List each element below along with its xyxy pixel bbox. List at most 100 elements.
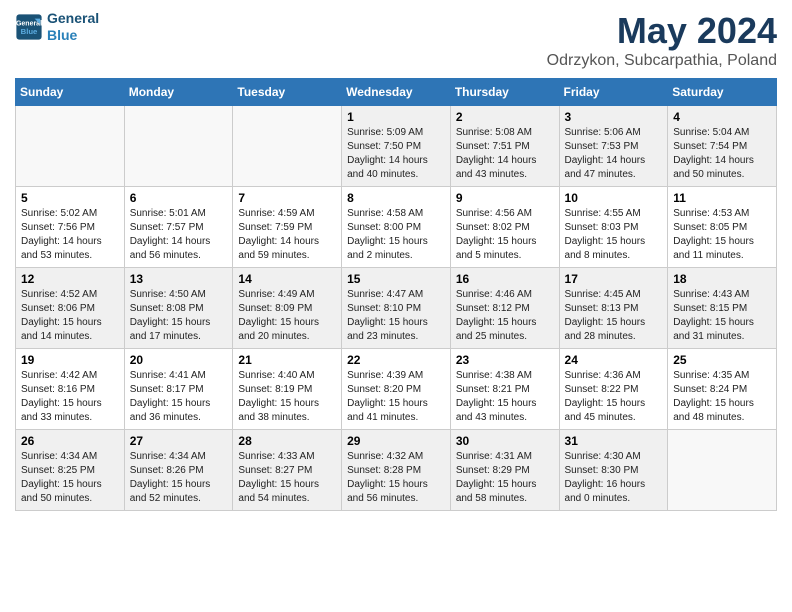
cell-0-1	[124, 106, 233, 187]
cell-2-1: 13Sunrise: 4:50 AM Sunset: 8:08 PM Dayli…	[124, 268, 233, 349]
cell-0-0	[16, 106, 125, 187]
header-saturday: Saturday	[668, 79, 777, 106]
header-friday: Friday	[559, 79, 668, 106]
day-info: Sunrise: 4:50 AM Sunset: 8:08 PM Dayligh…	[130, 288, 228, 344]
day-number: 1	[347, 110, 445, 124]
day-info: Sunrise: 4:36 AM Sunset: 8:22 PM Dayligh…	[565, 369, 663, 425]
day-number: 25	[673, 353, 771, 367]
cell-1-6: 11Sunrise: 4:53 AM Sunset: 8:05 PM Dayli…	[668, 187, 777, 268]
cell-4-6	[668, 430, 777, 511]
day-info: Sunrise: 5:09 AM Sunset: 7:50 PM Dayligh…	[347, 126, 445, 182]
cell-2-5: 17 Sunrise: 4:45 AM Sunset: 8:13 PM Dayli…	[559, 268, 668, 349]
day-number: 10	[565, 191, 663, 205]
day-number: 16	[456, 272, 554, 286]
cell-2-0: 12 Sunrise: 4:52 AM Sunset: 8:06 PM Dayli…	[16, 268, 125, 349]
week-row-2: 5Sunrise: 5:02 AM Sunset: 7:56 PM Daylig…	[16, 187, 777, 268]
cell-1-3: 8 Sunrise: 4:58 AM Sunset: 8:00 PM Daylig…	[342, 187, 451, 268]
cell-2-3: 15Sunrise: 4:47 AM Sunset: 8:10 PM Dayli…	[342, 268, 451, 349]
svg-text:Blue: Blue	[21, 27, 38, 36]
calendar-table: SundayMondayTuesdayWednesdayThursdayFrid…	[15, 78, 777, 511]
day-number: 22	[347, 353, 445, 367]
day-number: 31	[565, 434, 663, 448]
day-number: 9	[456, 191, 554, 205]
day-info: Sunrise: 4:49 AM Sunset: 8:09 PM Dayligh…	[238, 288, 336, 344]
day-info: Sunrise: 4:45 AM Sunset: 8:13 PM Dayligh…	[565, 288, 663, 344]
day-info: Sunrise: 4:46 AM Sunset: 8:12 PM Dayligh…	[456, 288, 554, 344]
cell-0-2	[233, 106, 342, 187]
logo-icon: General Blue	[15, 13, 43, 41]
day-number: 11	[673, 191, 771, 205]
day-number: 12	[21, 272, 119, 286]
day-info: Sunrise: 4:34 AM Sunset: 8:25 PM Dayligh…	[21, 450, 119, 506]
header-tuesday: Tuesday	[233, 79, 342, 106]
day-info: Sunrise: 4:38 AM Sunset: 8:21 PM Dayligh…	[456, 369, 554, 425]
cell-2-4: 16 Sunrise: 4:46 AM Sunset: 8:12 PM Dayli…	[450, 268, 559, 349]
day-info: Sunrise: 4:31 AM Sunset: 8:29 PM Dayligh…	[456, 450, 554, 506]
day-info: Sunrise: 4:52 AM Sunset: 8:06 PM Dayligh…	[21, 288, 119, 344]
day-number: 27	[130, 434, 228, 448]
day-info: Sunrise: 5:06 AM Sunset: 7:53 PM Dayligh…	[565, 126, 663, 182]
day-info: Sunrise: 5:02 AM Sunset: 7:56 PM Dayligh…	[21, 207, 119, 263]
day-number: 30	[456, 434, 554, 448]
day-info: Sunrise: 5:08 AM Sunset: 7:51 PM Dayligh…	[456, 126, 554, 182]
day-number: 28	[238, 434, 336, 448]
cell-1-2: 7Sunrise: 4:59 AM Sunset: 7:59 PM Daylig…	[233, 187, 342, 268]
day-number: 21	[238, 353, 336, 367]
day-info: Sunrise: 4:34 AM Sunset: 8:26 PM Dayligh…	[130, 450, 228, 506]
cell-4-4: 30 Sunrise: 4:31 AM Sunset: 8:29 PM Dayli…	[450, 430, 559, 511]
day-info: Sunrise: 5:01 AM Sunset: 7:57 PM Dayligh…	[130, 207, 228, 263]
day-info: Sunrise: 5:04 AM Sunset: 7:54 PM Dayligh…	[673, 126, 771, 182]
day-number: 24	[565, 353, 663, 367]
main-title: May 2024	[547, 10, 777, 52]
day-info: Sunrise: 4:55 AM Sunset: 8:03 PM Dayligh…	[565, 207, 663, 263]
header-thursday: Thursday	[450, 79, 559, 106]
logo-text: General Blue	[47, 10, 99, 44]
cell-0-6: 4 Sunrise: 5:04 AM Sunset: 7:54 PM Daylig…	[668, 106, 777, 187]
cell-3-1: 20 Sunrise: 4:41 AM Sunset: 8:17 PM Dayli…	[124, 349, 233, 430]
cell-3-2: 21 Sunrise: 4:40 AM Sunset: 8:19 PM Dayli…	[233, 349, 342, 430]
subtitle: Odrzykon, Subcarpathia, Poland	[547, 52, 777, 70]
header-monday: Monday	[124, 79, 233, 106]
day-info: Sunrise: 4:41 AM Sunset: 8:17 PM Dayligh…	[130, 369, 228, 425]
day-number: 14	[238, 272, 336, 286]
day-info: Sunrise: 4:58 AM Sunset: 8:00 PM Dayligh…	[347, 207, 445, 263]
cell-3-4: 23Sunrise: 4:38 AM Sunset: 8:21 PM Dayli…	[450, 349, 559, 430]
cell-1-5: 10 Sunrise: 4:55 AM Sunset: 8:03 PM Dayli…	[559, 187, 668, 268]
cell-1-1: 6 Sunrise: 5:01 AM Sunset: 7:57 PM Daylig…	[124, 187, 233, 268]
header-sunday: Sunday	[16, 79, 125, 106]
title-block: May 2024 Odrzykon, Subcarpathia, Poland	[547, 10, 777, 70]
day-number: 20	[130, 353, 228, 367]
weekday-header-row: SundayMondayTuesdayWednesdayThursdayFrid…	[16, 79, 777, 106]
day-number: 4	[673, 110, 771, 124]
day-info: Sunrise: 4:43 AM Sunset: 8:15 PM Dayligh…	[673, 288, 771, 344]
day-number: 15	[347, 272, 445, 286]
day-number: 8	[347, 191, 445, 205]
week-row-4: 19Sunrise: 4:42 AM Sunset: 8:16 PM Dayli…	[16, 349, 777, 430]
day-number: 3	[565, 110, 663, 124]
cell-3-5: 24 Sunrise: 4:36 AM Sunset: 8:22 PM Dayli…	[559, 349, 668, 430]
day-info: Sunrise: 4:42 AM Sunset: 8:16 PM Dayligh…	[21, 369, 119, 425]
day-info: Sunrise: 4:35 AM Sunset: 8:24 PM Dayligh…	[673, 369, 771, 425]
cell-1-0: 5Sunrise: 5:02 AM Sunset: 7:56 PM Daylig…	[16, 187, 125, 268]
cell-4-1: 27 Sunrise: 4:34 AM Sunset: 8:26 PM Dayli…	[124, 430, 233, 511]
day-number: 2	[456, 110, 554, 124]
day-number: 26	[21, 434, 119, 448]
week-row-1: 1 Sunrise: 5:09 AM Sunset: 7:50 PM Daylig…	[16, 106, 777, 187]
cell-4-2: 28Sunrise: 4:33 AM Sunset: 8:27 PM Dayli…	[233, 430, 342, 511]
cell-2-2: 14 Sunrise: 4:49 AM Sunset: 8:09 PM Dayli…	[233, 268, 342, 349]
day-number: 6	[130, 191, 228, 205]
cell-4-3: 29 Sunrise: 4:32 AM Sunset: 8:28 PM Dayli…	[342, 430, 451, 511]
cell-0-3: 1 Sunrise: 5:09 AM Sunset: 7:50 PM Daylig…	[342, 106, 451, 187]
day-number: 18	[673, 272, 771, 286]
day-number: 29	[347, 434, 445, 448]
cell-2-6: 18 Sunrise: 4:43 AM Sunset: 8:15 PM Dayli…	[668, 268, 777, 349]
day-info: Sunrise: 4:32 AM Sunset: 8:28 PM Dayligh…	[347, 450, 445, 506]
day-number: 17	[565, 272, 663, 286]
cell-0-5: 3 Sunrise: 5:06 AM Sunset: 7:53 PM Daylig…	[559, 106, 668, 187]
day-info: Sunrise: 4:40 AM Sunset: 8:19 PM Dayligh…	[238, 369, 336, 425]
week-row-3: 12 Sunrise: 4:52 AM Sunset: 8:06 PM Dayli…	[16, 268, 777, 349]
cell-4-5: 31 Sunrise: 4:30 AM Sunset: 8:30 PM Dayli…	[559, 430, 668, 511]
cell-3-6: 25 Sunrise: 4:35 AM Sunset: 8:24 PM Dayli…	[668, 349, 777, 430]
day-info: Sunrise: 4:30 AM Sunset: 8:30 PM Dayligh…	[565, 450, 663, 506]
cell-0-4: 2 Sunrise: 5:08 AM Sunset: 7:51 PM Daylig…	[450, 106, 559, 187]
